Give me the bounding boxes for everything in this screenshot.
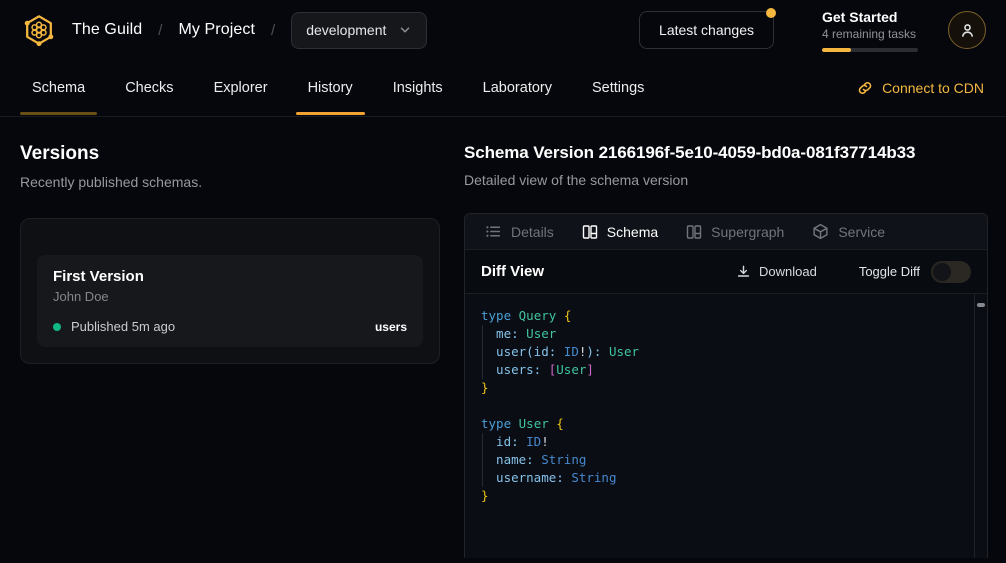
schema-detail-box: Details Schema Supergraph Service Diff View… bbox=[464, 213, 988, 558]
diff-view-toolbar: Diff View Download Toggle Diff bbox=[465, 250, 987, 294]
diff-view-title: Diff View bbox=[481, 263, 544, 280]
columns-icon bbox=[686, 224, 702, 240]
connect-to-cdn-link[interactable]: Connect to CDN bbox=[857, 60, 994, 116]
get-started-widget[interactable]: Get Started 4 remaining tasks bbox=[822, 9, 918, 52]
nav-tab-underline bbox=[113, 112, 185, 115]
nav-tabs: SchemaChecksExplorerHistoryInsightsLabor… bbox=[12, 60, 664, 116]
nav-tab-history[interactable]: History bbox=[288, 60, 373, 116]
versions-card: First Version John Doe Published 5m ago … bbox=[20, 218, 440, 364]
indent-guide bbox=[482, 433, 483, 487]
schema-version-subtitle: Detailed view of the schema version bbox=[464, 172, 988, 188]
nav-tab-underline bbox=[296, 112, 365, 115]
panel-tab-service[interactable]: Service bbox=[812, 223, 885, 240]
panel-tab-schema[interactable]: Schema bbox=[582, 224, 658, 240]
indent-guide bbox=[482, 325, 483, 379]
chevron-down-icon bbox=[398, 23, 412, 37]
main-content: Versions Recently published schemas. Fir… bbox=[0, 117, 1006, 558]
schema-version-title: Schema Version 2166196f-5e10-4059-bd0a-0… bbox=[464, 143, 988, 163]
org-name[interactable]: The Guild bbox=[72, 21, 142, 39]
hive-logo-icon[interactable] bbox=[20, 11, 58, 49]
user-avatar[interactable] bbox=[948, 11, 986, 49]
nav-tab-settings[interactable]: Settings bbox=[572, 60, 664, 116]
project-name[interactable]: My Project bbox=[178, 21, 255, 39]
nav-tab-underline bbox=[471, 112, 564, 115]
version-status: Published 5m ago bbox=[71, 319, 175, 334]
nav-tab-explorer[interactable]: Explorer bbox=[194, 60, 288, 116]
toggle-diff-label: Toggle Diff bbox=[859, 264, 920, 279]
code-line: id: ID! bbox=[481, 433, 971, 451]
code-line: type Query { bbox=[481, 307, 971, 325]
code-line: users: [User] bbox=[481, 361, 971, 379]
breadcrumb-separator: / bbox=[271, 22, 275, 39]
versions-subtitle: Recently published schemas. bbox=[20, 174, 440, 190]
person-icon bbox=[959, 22, 976, 39]
breadcrumb: The Guild / My Project / development bbox=[20, 11, 427, 49]
versions-panel: Versions Recently published schemas. Fir… bbox=[0, 117, 464, 558]
columns-icon bbox=[582, 224, 598, 240]
download-button[interactable]: Download bbox=[730, 263, 823, 280]
link-icon bbox=[857, 80, 873, 96]
version-list-item[interactable]: First Version John Doe Published 5m ago … bbox=[37, 255, 423, 347]
nav-tab-underline bbox=[381, 112, 455, 115]
nav-tab-underline bbox=[202, 112, 280, 115]
nav-tab-insights[interactable]: Insights bbox=[373, 60, 463, 116]
published-status-dot bbox=[53, 323, 61, 331]
schema-detail-tabs: Details Schema Supergraph Service bbox=[465, 214, 987, 250]
code-line: name: String bbox=[481, 451, 971, 469]
nav-tab-underline bbox=[580, 112, 656, 115]
schema-version-panel: Schema Version 2166196f-5e10-4059-bd0a-0… bbox=[464, 117, 1006, 558]
code-line: type User { bbox=[481, 415, 971, 433]
toggle-diff-switch[interactable] bbox=[931, 261, 971, 283]
nav-tab-schema[interactable]: Schema bbox=[12, 60, 105, 116]
target-select-value: development bbox=[306, 22, 386, 38]
list-icon bbox=[485, 223, 502, 240]
code-line: me: User bbox=[481, 325, 971, 343]
version-author: John Doe bbox=[53, 289, 407, 304]
top-header: The Guild / My Project / development Lat… bbox=[0, 0, 1006, 60]
notification-dot bbox=[766, 8, 776, 18]
schema-code-viewer: type Query { me: User user(id: ID!): Use… bbox=[465, 294, 987, 558]
code-line: username: String bbox=[481, 469, 971, 487]
target-select[interactable]: development bbox=[291, 12, 427, 49]
switch-knob bbox=[933, 263, 951, 281]
code-line: } bbox=[481, 487, 971, 505]
code-line bbox=[481, 397, 971, 415]
graphql-code: type Query { me: User user(id: ID!): Use… bbox=[465, 294, 987, 518]
code-line: } bbox=[481, 379, 971, 397]
versions-title: Versions bbox=[20, 143, 440, 165]
get-started-subtitle: 4 remaining tasks bbox=[822, 27, 918, 41]
get-started-progressbar bbox=[822, 48, 918, 52]
cube-icon bbox=[812, 223, 829, 240]
version-name: First Version bbox=[53, 268, 407, 285]
nav-tab-underline bbox=[20, 112, 97, 115]
get-started-title: Get Started bbox=[822, 9, 918, 25]
main-nav: SchemaChecksExplorerHistoryInsightsLabor… bbox=[0, 60, 1006, 117]
latest-changes-button[interactable]: Latest changes bbox=[639, 11, 774, 49]
nav-tab-checks[interactable]: Checks bbox=[105, 60, 193, 116]
code-line: user(id: ID!): User bbox=[481, 343, 971, 361]
get-started-progress-fill bbox=[822, 48, 851, 52]
breadcrumb-separator: / bbox=[158, 22, 162, 39]
panel-tab-supergraph[interactable]: Supergraph bbox=[686, 224, 784, 240]
download-icon bbox=[736, 264, 751, 279]
panel-tab-details[interactable]: Details bbox=[485, 223, 554, 240]
code-scrollbar bbox=[974, 294, 987, 558]
nav-tab-laboratory[interactable]: Laboratory bbox=[463, 60, 572, 116]
service-badge: users bbox=[375, 320, 407, 334]
code-scrollbar-thumb[interactable] bbox=[977, 303, 985, 307]
